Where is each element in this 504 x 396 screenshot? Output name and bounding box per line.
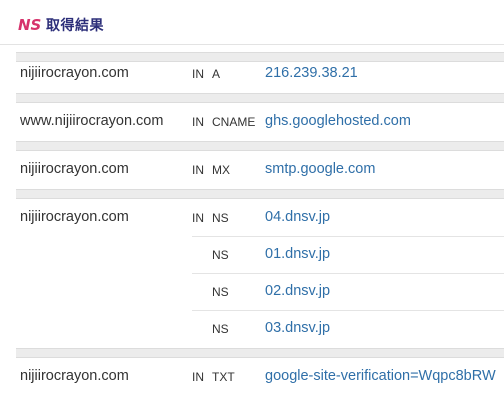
record-value-link[interactable]: 01.dnsv.jp (265, 246, 330, 262)
record-value-link[interactable]: 04.dnsv.jp (265, 209, 330, 225)
record-host: nijiirocrayon.com (20, 209, 129, 225)
dns-record-row: NS 01.dnsv.jp (16, 236, 504, 273)
record-host: www.nijiirocrayon.com (20, 113, 164, 129)
dns-record-row: nijiirocrayon.com IN NS 04.dnsv.jp (16, 199, 504, 236)
record-value-link[interactable]: ghs.googlehosted.com (265, 113, 411, 129)
record-value-link[interactable]: 02.dnsv.jp (265, 283, 330, 299)
group-separator (16, 141, 504, 151)
record-host: nijiirocrayon.com (20, 368, 129, 384)
record-type: NS (212, 248, 229, 262)
record-type: NS (212, 285, 229, 299)
page-title: 取得結果 (46, 18, 104, 34)
record-class: IN (192, 211, 204, 225)
record-class: IN (192, 115, 204, 129)
record-type: MX (212, 163, 230, 177)
ns-logo-icon: NS (18, 16, 41, 32)
record-type: NS (212, 211, 229, 225)
dns-record-row: NS 03.dnsv.jp (16, 310, 504, 347)
record-type: NS (212, 322, 229, 336)
record-class: IN (192, 163, 204, 177)
record-value-link[interactable]: smtp.google.com (265, 161, 375, 177)
group-separator (16, 348, 504, 358)
dns-record-row: nijiirocrayon.com IN TXT google-site-ver… (16, 358, 504, 395)
results-header: NS 取得結果 (0, 0, 504, 45)
row-divider (192, 310, 504, 311)
record-class: IN (192, 67, 204, 81)
record-value-link[interactable]: 216.239.38.21 (265, 65, 358, 81)
group-separator (16, 93, 504, 103)
record-type: A (212, 67, 221, 81)
dns-record-row: nijiirocrayon.com IN A 216.239.38.21 (16, 55, 504, 92)
dns-record-row: NS 02.dnsv.jp (16, 273, 504, 310)
record-type: TXT (212, 370, 235, 384)
dns-record-row: www.nijiirocrayon.com IN CNAME ghs.googl… (16, 103, 504, 140)
record-type: CNAME (212, 115, 256, 129)
record-value-link[interactable]: google-site-verification=Wqpc8bRW (265, 368, 496, 384)
record-value-link[interactable]: 03.dnsv.jp (265, 320, 330, 336)
group-separator (16, 189, 504, 199)
svg-text:NS: NS (18, 16, 41, 32)
dns-record-row: nijiirocrayon.com IN MX smtp.google.com (16, 151, 504, 188)
row-divider (192, 236, 504, 237)
record-host: nijiirocrayon.com (20, 65, 129, 81)
row-divider (192, 273, 504, 274)
record-host: nijiirocrayon.com (20, 161, 129, 177)
record-class: IN (192, 370, 204, 384)
